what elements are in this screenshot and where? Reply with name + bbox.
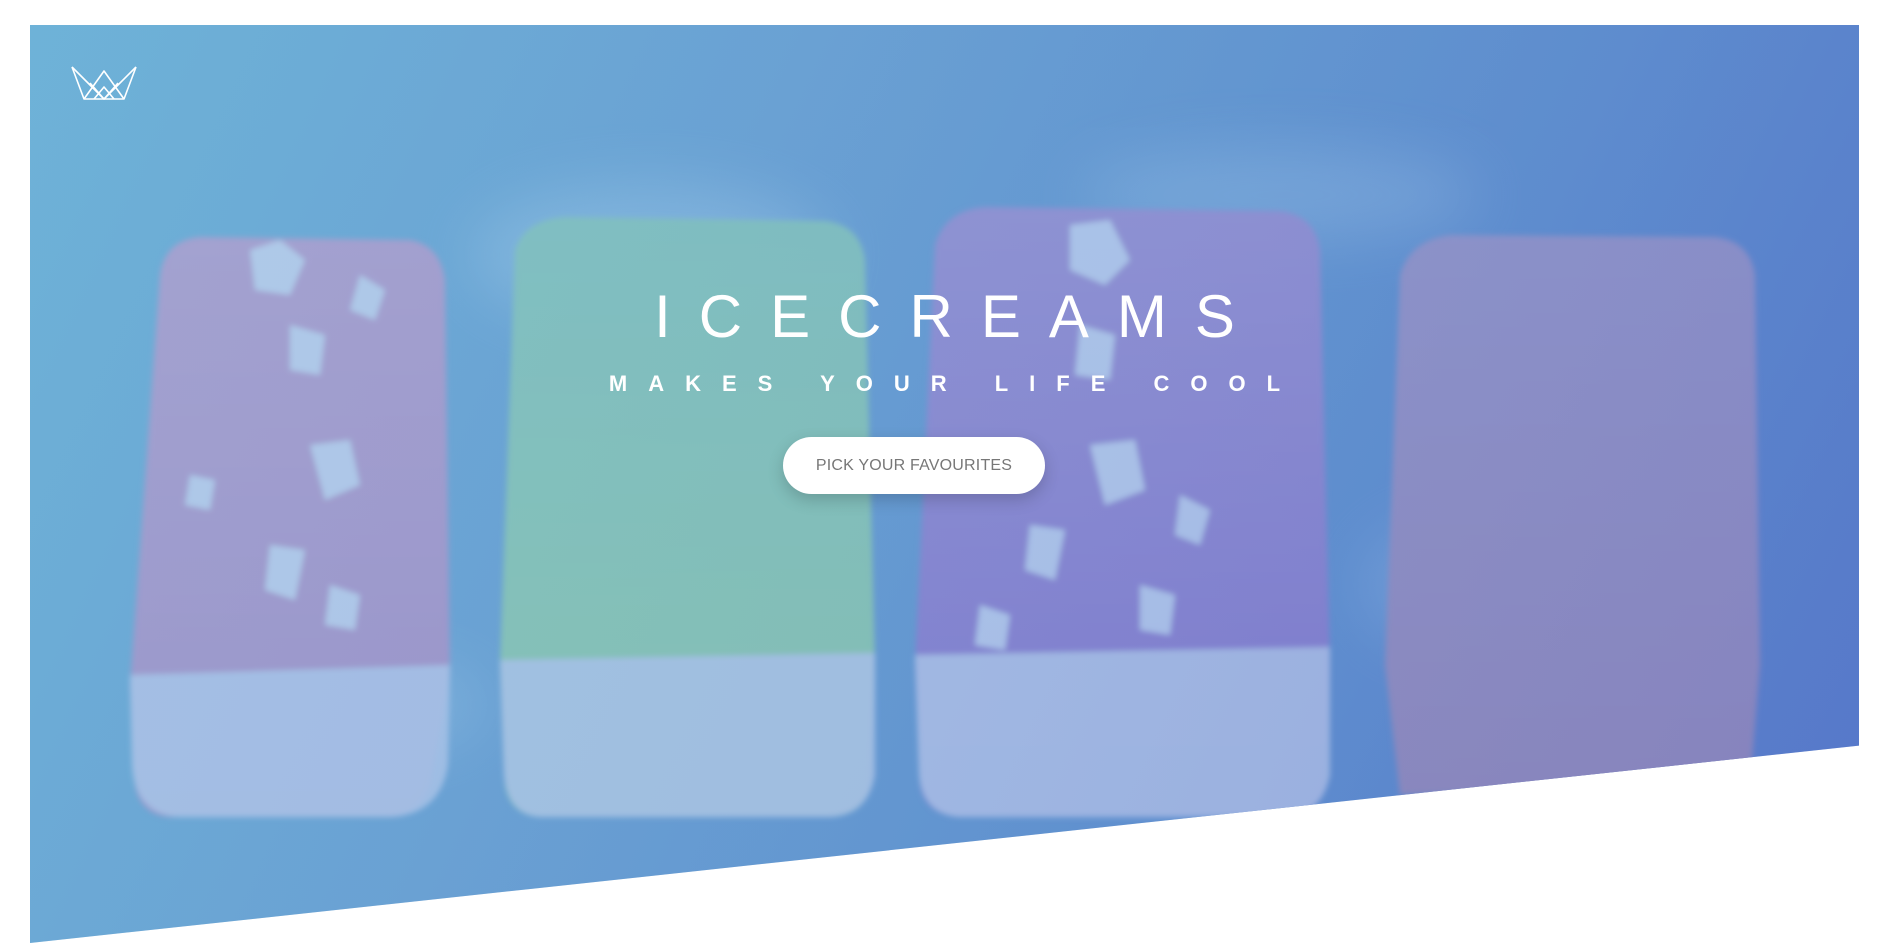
hero-title: ICECREAMS — [654, 283, 1263, 350]
pick-favourites-button[interactable]: PICK YOUR FAVOURITES — [783, 437, 1045, 494]
crown-icon[interactable] — [70, 63, 138, 103]
hero-subtitle: MAKES YOUR LIFE COOL — [608, 371, 1302, 396]
